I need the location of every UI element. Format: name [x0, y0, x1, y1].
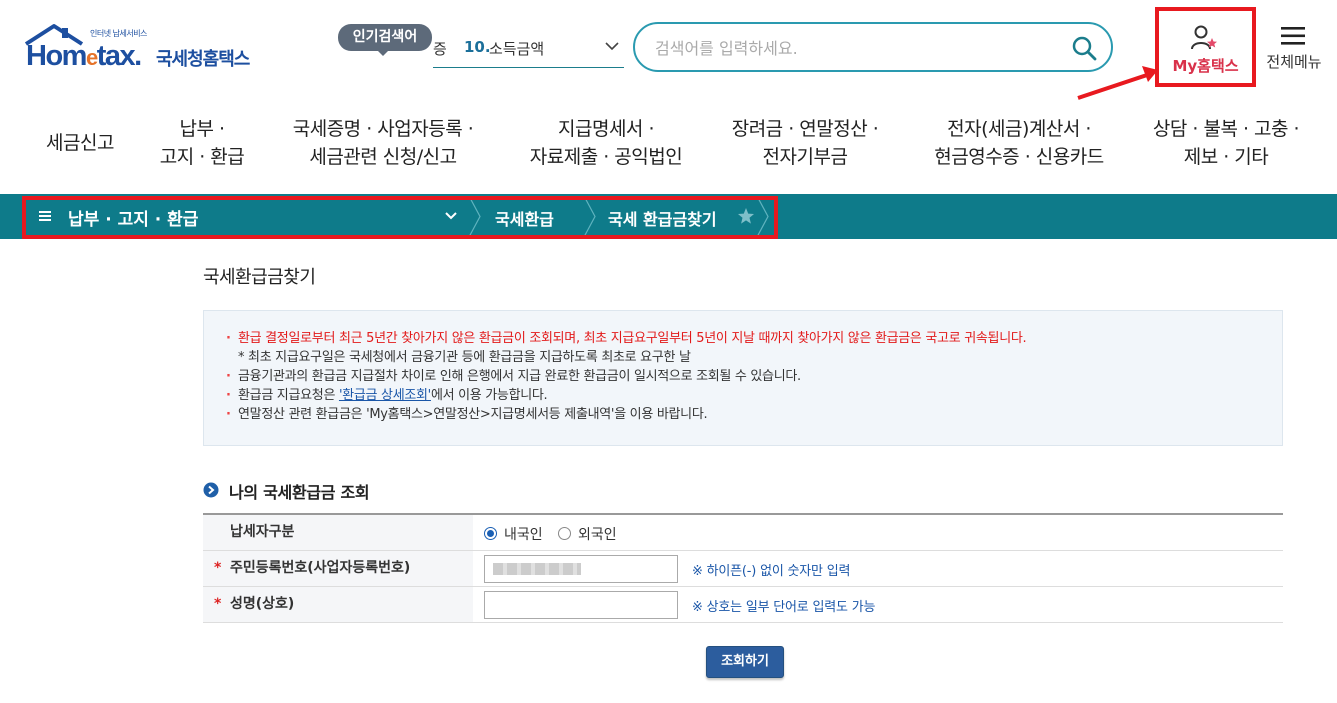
popular-term: 소득금액	[489, 40, 545, 58]
gnb-label: 납부 ·	[179, 118, 225, 140]
gnb-label: 세금관련 신청/신고	[309, 146, 457, 168]
refund-search-form: 납세자구분 내국인 외국인 * 주민등록번호(사업자등록번호) ※ 하이픈(-)…	[203, 513, 1283, 623]
required-mark: *	[214, 596, 222, 612]
logo-tagline: 인터넷 납세서비스	[90, 29, 147, 38]
main-navigation: 세금신고 납부 · 고지 · 환급 국세증명 · 사업자등록 · 세금관련 신청…	[0, 95, 1337, 192]
my-hometax-label: My홈택스	[1172, 57, 1239, 75]
name-label-text: 성명(상호)	[230, 596, 295, 612]
notice-line: 환급 결정일로부터 최근 5년간 찾아가지 않은 환급금이 조회되며, 최초 지…	[226, 329, 1262, 348]
search-submit-button[interactable]: 조회하기	[706, 646, 784, 678]
gnb-incentives[interactable]: 장려금 · 연말정산 · 전자기부금	[718, 115, 892, 171]
my-hometax-button[interactable]: My홈택스	[1155, 7, 1256, 87]
gnb-label: 전자(세금)계산서 ·	[947, 118, 1091, 140]
gnb-label: 지급명세서 ·	[558, 118, 654, 140]
page-title: 국세환급금찾기	[203, 267, 316, 288]
breadcrumb-highlight-box	[22, 196, 778, 239]
refund-detail-link[interactable]: '환급금 상세조회'	[339, 388, 431, 403]
popular-search-dropdown[interactable]: 증 10. 소득금액	[433, 30, 624, 68]
hamburger-icon	[1281, 27, 1305, 45]
name-hint: ※ 상호는 일부 단어로 입력도 가능	[692, 600, 876, 615]
name-label: * 성명(상호)	[203, 587, 473, 622]
gnb-e-invoice[interactable]: 전자(세금)계산서 · 현금영수증 · 신용카드	[915, 115, 1123, 171]
notice-box: 환급 결정일로부터 최근 5년간 찾아가지 않은 환급금이 조회되며, 최초 지…	[203, 310, 1283, 446]
hometax-logo[interactable]: 인터넷 납세서비스 Hometax. 국세청홈택스	[24, 22, 269, 76]
gnb-label: 국세증명 · 사업자등록 ·	[292, 118, 474, 140]
notice-line: 환급금 지급요청은 '환급금 상세조회'에서 이용 가능합니다.	[226, 386, 1262, 405]
radio-domestic-label[interactable]: 내국인	[504, 524, 543, 544]
circle-arrow-icon	[203, 482, 219, 498]
radio-domestic[interactable]	[484, 527, 497, 540]
search-input[interactable]	[655, 36, 1055, 60]
popular-rank: 10.	[464, 38, 491, 56]
id-number-input[interactable]	[484, 555, 678, 583]
form-row-taxpayer-type: 납세자구분 내국인 외국인	[203, 515, 1283, 551]
gnb-certificates[interactable]: 국세증명 · 사업자등록 · 세금관련 신청/신고	[278, 115, 488, 171]
popular-badge-tail	[377, 50, 389, 56]
id-number-label-text: 주민등록번호(사업자등록번호)	[230, 560, 411, 576]
search-box	[633, 22, 1113, 72]
section-title: 나의 국세환급금 조회	[229, 483, 370, 502]
taxpayer-type-label: 납세자구분	[203, 515, 473, 550]
popular-search-badge: 인기검색어	[338, 24, 432, 51]
radio-foreign-label[interactable]: 외국인	[578, 524, 617, 544]
required-mark: *	[214, 560, 222, 576]
gnb-label: 세금신고	[46, 132, 114, 154]
notice-subline: * 최초 지급요구일은 국세청에서 금융기관 등에 환급금을 지급하도록 최초로…	[238, 350, 691, 365]
notice-line: 연말정산 관련 환급금은 'My홈택스>연말정산>지급명세서등 제출내역'을 이…	[226, 405, 1262, 424]
all-menu-button[interactable]: 전체메뉴	[1259, 22, 1331, 77]
form-row-id-number: * 주민등록번호(사업자등록번호) ※ 하이픈(-) 없이 숫자만 입력	[203, 551, 1283, 587]
gnb-tax-filing[interactable]: 세금신고	[40, 129, 120, 157]
gnb-payment-refund[interactable]: 납부 · 고지 · 환급	[142, 115, 262, 171]
gnb-label: 자료제출 · 공익법인	[529, 146, 683, 168]
notice-line: 금융기관과의 환급금 지급절차 차이로 인해 은행에서 지급 완료한 환급금이 …	[226, 367, 1262, 386]
gnb-payment-statements[interactable]: 지급명세서 · 자료제출 · 공익법인	[508, 115, 704, 171]
notice-text: 환급금 지급요청은	[238, 388, 339, 403]
gnb-label: 제보 · 기타	[1183, 146, 1269, 168]
gnb-consultation[interactable]: 상담 · 불복 · 고충 · 제보 · 기타	[1138, 115, 1314, 171]
masked-value	[493, 563, 581, 575]
gnb-label: 상담 · 불복 · 고충 ·	[1152, 118, 1300, 140]
notice-text: 에서 이용 가능합니다.	[430, 388, 548, 403]
popular-prefix: 증	[433, 40, 447, 58]
chevron-down-icon[interactable]	[604, 38, 620, 54]
all-menu-label: 전체메뉴	[1266, 53, 1322, 71]
logo-brand: Hometax.	[26, 40, 142, 72]
gnb-label: 고지 · 환급	[159, 146, 245, 168]
form-row-name: * 성명(상호) ※ 상호는 일부 단어로 입력도 가능	[203, 587, 1283, 623]
logo-brand-kr: 국세청홈택스	[156, 49, 250, 70]
user-star-icon	[1191, 25, 1217, 50]
gnb-label: 장려금 · 연말정산 ·	[731, 118, 879, 140]
id-number-hint: ※ 하이픈(-) 없이 숫자만 입력	[692, 564, 851, 579]
gnb-label: 전자기부금	[762, 146, 848, 168]
radio-foreign[interactable]	[558, 527, 571, 540]
search-icon[interactable]	[1071, 35, 1097, 61]
gnb-label: 현금영수증 · 신용카드	[934, 146, 1104, 168]
name-input[interactable]	[484, 591, 678, 619]
id-number-label: * 주민등록번호(사업자등록번호)	[203, 551, 473, 586]
